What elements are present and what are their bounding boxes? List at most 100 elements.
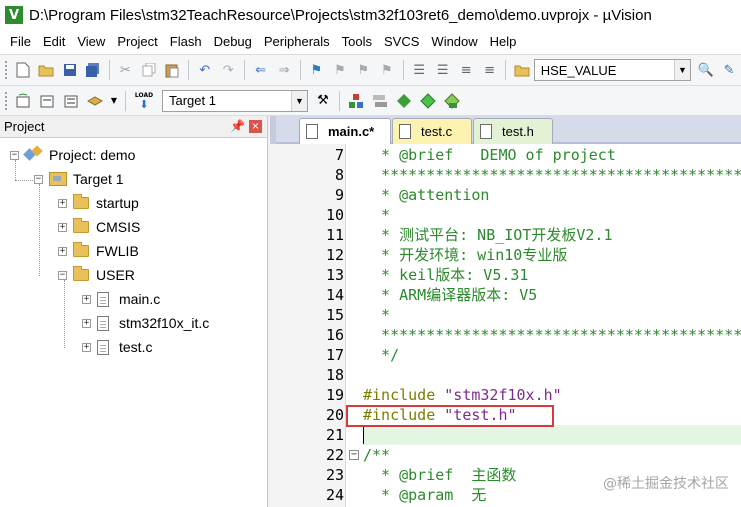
tree-project-root[interactable]: − Project: demo	[10, 144, 135, 166]
toolbar-grip[interactable]	[4, 90, 8, 111]
expand-icon[interactable]: +	[58, 222, 67, 232]
collapse-icon[interactable]: −	[10, 150, 19, 160]
file-label: test.c	[119, 339, 153, 355]
find-icon[interactable]: 🔍	[697, 61, 714, 79]
group-label: CMSIS	[96, 219, 141, 235]
options-for-target-icon[interactable]: ⚒	[314, 92, 332, 110]
pin-icon[interactable]: 📌	[230, 119, 245, 133]
project-panel-title: Project	[4, 119, 45, 134]
copy-icon[interactable]	[140, 61, 157, 79]
code-line: 16 *************************************…	[325, 326, 741, 344]
chevron-down-icon[interactable]: ▼	[673, 60, 690, 80]
code-line: 10 *	[325, 206, 391, 224]
tab-main-c[interactable]: main.c*	[299, 118, 391, 144]
tree-group-user[interactable]: − USER	[58, 264, 135, 286]
uncomment-icon[interactable]: ≡	[481, 61, 498, 79]
code-line: 19 #include "stm32f10x.h"	[325, 386, 562, 404]
find-combo-value: HSE_VALUE	[540, 62, 617, 78]
expand-icon[interactable]: +	[82, 342, 91, 352]
editor-tab-strip: main.c* test.c test.h	[270, 116, 741, 144]
close-icon[interactable]: ×	[249, 120, 262, 133]
target-combo[interactable]: Target 1 ▼	[162, 89, 308, 112]
bookmark-icon[interactable]: ⚑	[308, 61, 325, 79]
toolbar-separator	[505, 60, 507, 80]
pack-installer-icon[interactable]	[395, 92, 413, 110]
select-packs-icon[interactable]	[371, 92, 389, 110]
collapse-icon[interactable]: −	[58, 270, 67, 280]
collapse-icon[interactable]: −	[34, 174, 43, 184]
indent-icon[interactable]: ☰	[411, 61, 428, 79]
save-icon[interactable]	[61, 61, 78, 79]
find-combo[interactable]: HSE_VALUE ▼	[533, 59, 691, 81]
batch-dropdown-icon[interactable]: ▼	[110, 92, 118, 110]
rebuild-icon[interactable]	[62, 92, 80, 110]
chevron-down-icon[interactable]: ▼	[291, 90, 307, 111]
code-line: 22/**	[325, 446, 391, 464]
code-editor[interactable]: 7 * @brief DEMO of project 8 ***********…	[270, 144, 741, 507]
prev-bookmark-icon[interactable]: ⚑	[331, 61, 348, 79]
comment-icon[interactable]: ≡	[457, 61, 474, 79]
menu-flash[interactable]: Flash	[164, 30, 208, 54]
code-line: 12 * 开发环境: win10专业版	[325, 246, 568, 264]
project-panel: Project 📌 × − Project: demo − Target 1 +…	[0, 116, 268, 507]
find-in-files-icon[interactable]	[513, 61, 530, 79]
watermark: @稀土掘金技术社区	[603, 476, 729, 492]
menu-view[interactable]: View	[71, 30, 111, 54]
clear-bookmarks-icon[interactable]: ⚑	[378, 61, 395, 79]
next-bookmark-icon[interactable]: ⚑	[355, 61, 372, 79]
tree-group-cmsis[interactable]: + CMSIS	[58, 216, 140, 238]
tab-test-c[interactable]: test.c	[392, 118, 472, 144]
expand-icon[interactable]: +	[58, 246, 67, 256]
software-packs-icon[interactable]	[443, 92, 461, 110]
tab-test-h[interactable]: test.h	[473, 118, 553, 144]
tree-file-stm32f10x-it-c[interactable]: + stm32f10x_it.c	[82, 312, 209, 334]
menu-svcs[interactable]: SVCS	[378, 30, 425, 54]
menu-help[interactable]: Help	[484, 30, 523, 54]
toolbar-separator	[125, 90, 126, 111]
tree-target[interactable]: − Target 1	[34, 168, 124, 190]
title-bar: V D:\Program Files\stm32TeachResource\Pr…	[0, 0, 741, 30]
rte-icon[interactable]	[419, 92, 437, 110]
menu-peripherals[interactable]: Peripherals	[258, 30, 336, 54]
menu-edit[interactable]: Edit	[37, 30, 71, 54]
build-toolbar: ▼ LOAD ⬇ Target 1 ▼ ⚒	[0, 86, 741, 116]
expand-icon[interactable]: +	[58, 198, 67, 208]
expand-icon[interactable]: +	[82, 318, 91, 328]
new-file-icon[interactable]	[14, 61, 31, 79]
folder-icon	[73, 194, 89, 209]
toolbar-grip[interactable]	[4, 60, 8, 80]
code-line: 14 * ARM编译器版本: V5	[325, 286, 538, 304]
expand-icon[interactable]: +	[82, 294, 91, 304]
tree-group-startup[interactable]: + startup	[58, 192, 139, 214]
code-line: 13 * keil版本: V5.31	[325, 266, 529, 284]
incremental-find-icon[interactable]: ✎	[720, 61, 737, 79]
menu-file[interactable]: File	[4, 30, 37, 54]
manage-components-icon[interactable]	[347, 92, 365, 110]
tab-label: test.c	[421, 124, 453, 139]
navigate-back-icon[interactable]: ⇐	[252, 61, 269, 79]
download-icon[interactable]: LOAD ⬇	[133, 92, 155, 110]
build-icon[interactable]	[38, 92, 56, 110]
tree-group-fwlib[interactable]: + FWLIB	[58, 240, 139, 262]
code-line: 15 *	[325, 306, 391, 324]
navigate-forward-icon[interactable]: ⇒	[275, 61, 292, 79]
redo-icon[interactable]: ↷	[219, 61, 236, 79]
menu-window[interactable]: Window	[425, 30, 483, 54]
tab-strip-edge	[270, 116, 276, 144]
tree-file-test-c[interactable]: + test.c	[82, 336, 152, 358]
code-line: 9 * @attention	[334, 186, 490, 204]
translate-icon[interactable]	[14, 92, 32, 110]
undo-icon[interactable]: ↶	[196, 61, 213, 79]
menu-tools[interactable]: Tools	[336, 30, 378, 54]
tree-file-main-c[interactable]: + main.c	[82, 288, 160, 310]
open-folder-icon[interactable]	[37, 61, 54, 79]
menu-project[interactable]: Project	[111, 30, 163, 54]
paste-icon[interactable]	[164, 61, 181, 79]
menu-debug[interactable]: Debug	[208, 30, 258, 54]
save-all-icon[interactable]	[84, 61, 101, 79]
unindent-icon[interactable]: ☰	[434, 61, 451, 79]
window-title: D:\Program Files\stm32TeachResource\Proj…	[29, 6, 652, 24]
batch-build-icon[interactable]	[86, 92, 104, 110]
fold-toggle-icon[interactable]: −	[349, 450, 359, 460]
cut-icon[interactable]: ✂	[117, 61, 134, 79]
